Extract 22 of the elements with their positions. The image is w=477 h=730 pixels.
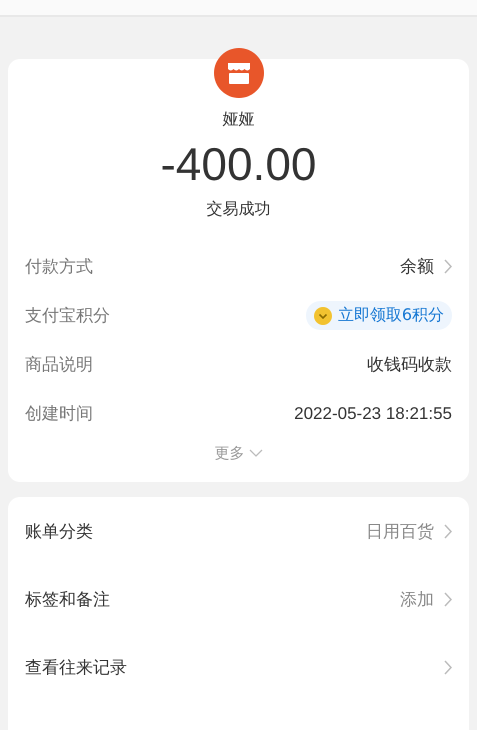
action-value: 日用百货 (366, 520, 434, 542)
payee-name: 娅娅 (222, 109, 254, 129)
detail-label: 创建时间 (25, 403, 93, 425)
action-label[interactable]: 账单分类 (25, 520, 93, 542)
detail-label: 支付宝积分 (25, 305, 110, 327)
transaction-status: 交易成功 (206, 199, 270, 220)
action-label[interactable]: 标签和备注 (25, 588, 110, 610)
action-label[interactable]: 查看往来记录 (25, 656, 127, 678)
action-value: 添加 (400, 588, 434, 610)
chevron-right-icon (444, 259, 452, 274)
detail-value: 收钱码收款 (367, 354, 452, 376)
chevron-right-icon (444, 660, 452, 674)
chevron-down-icon (248, 449, 262, 457)
detail-label: 付款方式 (25, 256, 93, 278)
detail-label: 商品说明 (25, 354, 93, 376)
amount: -400.00 (160, 139, 316, 189)
points-badge[interactable]: 立即领取6积分 (306, 301, 452, 330)
detail-value[interactable]: 余额 (400, 255, 434, 278)
chevron-right-icon (444, 524, 452, 538)
coin-icon (314, 306, 332, 324)
chevron-right-icon (444, 592, 452, 606)
detail-value: 2022-05-23 18:21:55 (294, 404, 452, 424)
